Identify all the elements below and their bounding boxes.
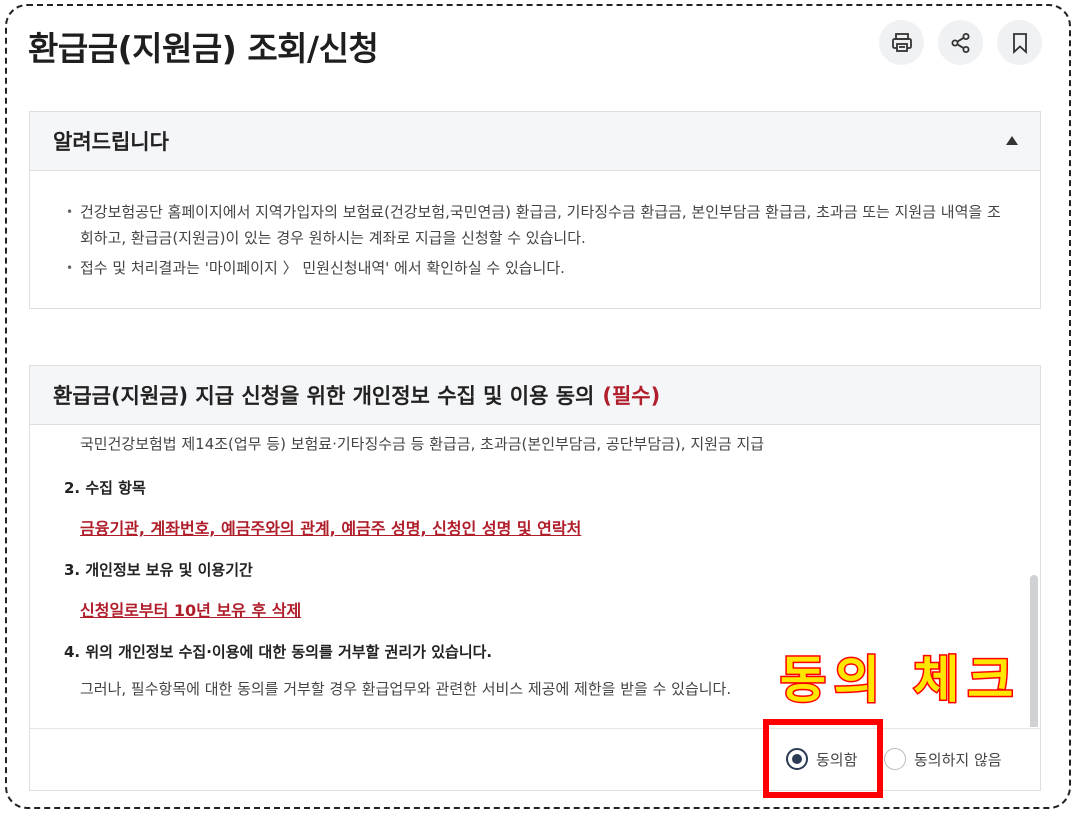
page-actions [879, 20, 1042, 65]
section-2-title: 2. 수집 항목 [64, 479, 146, 497]
printer-icon [891, 32, 912, 52]
share-icon [951, 32, 969, 53]
consent-header: 환급금(지원금) 지급 신청을 위한 개인정보 수집 및 이용 동의 (필수) [30, 366, 1040, 425]
disagree-label: 동의하지 않음 [914, 750, 1002, 769]
consent-title: 환급금(지원금) 지급 신청을 위한 개인정보 수집 및 이용 동의 [53, 384, 595, 408]
annotation-highlight-box [763, 719, 883, 798]
scrollbar[interactable] [1030, 575, 1038, 727]
print-button[interactable] [879, 20, 924, 65]
notice-item: 접수 및 처리결과는 '마이페이지 〉 민원신청내역' 에서 확인하실 수 있습… [66, 255, 1010, 281]
collapse-arrow-icon[interactable] [1006, 136, 1018, 145]
share-button[interactable] [938, 20, 983, 65]
consent-panel: 환급금(지원금) 지급 신청을 위한 개인정보 수집 및 이용 동의 (필수) … [29, 365, 1041, 791]
notice-panel: 알려드립니다 건강보험공단 홈페이지에서 지역가입자의 보험료(건강보험,국민연… [29, 111, 1041, 309]
consent-options: 동의함 동의하지 않음 [30, 728, 1040, 790]
section-4-text: 그러나, 필수항목에 대한 동의를 거부할 경우 환급업무와 관련한 서비스 제… [80, 680, 732, 698]
section-4-title: 4. 위의 개인정보 수집·이용에 대한 동의를 거부할 권리가 있습니다. [64, 643, 493, 661]
notice-item: 건강보험공단 홈페이지에서 지역가입자의 보험료(건강보험,국민연금) 환급금,… [66, 199, 1010, 251]
consent-purpose: 국민건강보험법 제14조(업무 등) 보험료·기타징수금 등 환급금, 초과금(… [80, 435, 765, 453]
section-2-value: 금융기관, 계좌번호, 예금주와의 관계, 예금주 성명, 신청인 성명 및 연… [80, 519, 582, 538]
notice-list: 건강보험공단 홈페이지에서 지역가입자의 보험료(건강보험,국민연금) 환급금,… [30, 171, 1040, 281]
notice-header: 알려드립니다 [30, 112, 1040, 171]
notice-title: 알려드립니다 [53, 130, 169, 154]
annotation-label: 동의 체크 [778, 650, 1022, 711]
bookmark-button[interactable] [997, 20, 1042, 65]
radio-unchecked-icon [884, 748, 906, 770]
page-title: 환급금(지원금) 조회/신청 [28, 29, 379, 68]
bookmark-icon [1012, 32, 1027, 54]
section-3-value: 신청일로부터 10년 보유 후 삭제 [80, 601, 302, 620]
disagree-radio[interactable]: 동의하지 않음 [884, 748, 1002, 770]
section-3-title: 3. 개인정보 보유 및 이용기간 [64, 561, 253, 579]
required-label: (필수) [602, 384, 661, 408]
